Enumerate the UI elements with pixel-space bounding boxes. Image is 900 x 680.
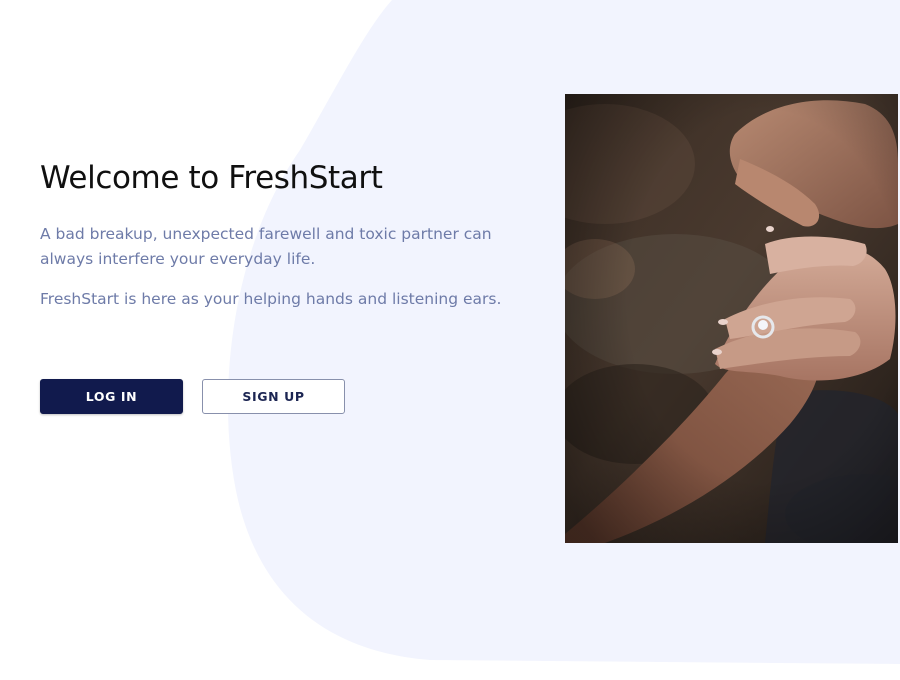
hero-description: A bad breakup, unexpected farewell and t…	[40, 225, 492, 268]
landing-page: Welcome to FreshStart A bad breakup, une…	[0, 0, 900, 680]
login-button[interactable]: LOG IN	[40, 379, 183, 414]
hero-image	[565, 94, 898, 543]
auth-actions: LOG IN SIGN UP	[40, 379, 345, 414]
page-title: Welcome to FreshStart	[40, 160, 383, 196]
hands-photo	[565, 94, 898, 543]
hero-section: Welcome to FreshStart A bad breakup, une…	[40, 156, 510, 327]
signup-button[interactable]: SIGN UP	[202, 379, 345, 414]
hero-tagline: FreshStart is here as your helping hands…	[40, 290, 502, 308]
